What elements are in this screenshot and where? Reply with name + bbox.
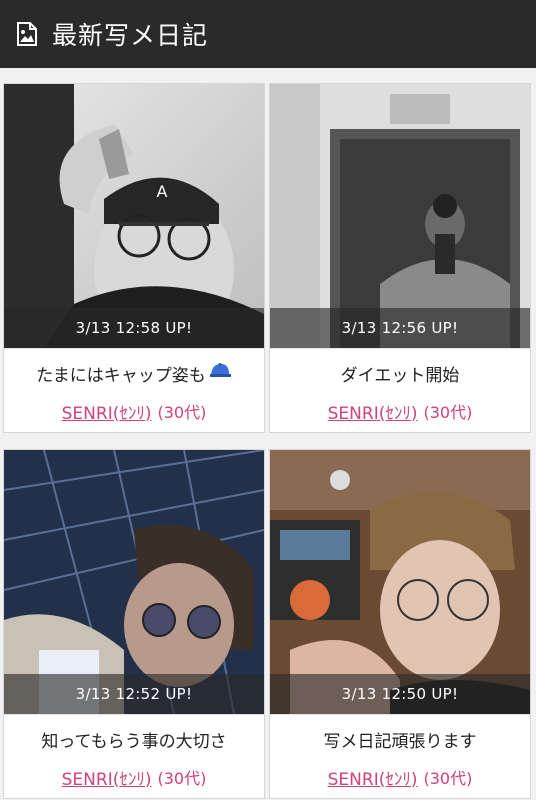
post-time: 3/13 12:52 UP! [4, 674, 264, 714]
post-time: 3/13 12:56 UP! [270, 308, 530, 348]
diary-photo[interactable]: 3/13 12:52 UP! [4, 450, 264, 714]
author-age: (30代) [423, 403, 473, 422]
author-age: (30代) [157, 403, 207, 422]
diary-photo[interactable]: 3/13 12:56 UP! [270, 84, 530, 348]
diary-photo[interactable]: A 3/13 12:58 UP! [4, 84, 264, 348]
post-title-text: 知ってもらう事の大切さ [41, 731, 227, 752]
author-age: (30代) [157, 769, 207, 788]
post-title-text: 写メ日記頑張ります [323, 731, 477, 752]
diary-card[interactable]: 3/13 12:52 UP! 知ってもらう事の大切さ SENRI(ｾﾝﾘ) (3… [3, 449, 265, 799]
image-icon [16, 22, 38, 46]
author-link[interactable]: SENRI(ｾﾝﾘ) [62, 765, 152, 790]
diary-card[interactable]: 3/13 12:56 UP! ダイエット開始 SENRI(ｾﾝﾘ) (30代) [269, 83, 531, 433]
post-title[interactable]: たまにはキャップ姿も [4, 348, 264, 397]
post-author: SENRI(ｾﾝﾘ) (30代) [270, 396, 530, 426]
section-title: 最新写メ日記 [52, 21, 209, 50]
author-link[interactable]: SENRI(ｾﾝﾘ) [328, 399, 418, 424]
post-title[interactable]: ダイエット開始 [270, 348, 530, 397]
cap-icon [208, 362, 232, 385]
diary-photo[interactable]: 3/13 12:50 UP! [270, 450, 530, 714]
post-time: 3/13 12:58 UP! [4, 308, 264, 348]
post-title-text: ダイエット開始 [340, 365, 460, 386]
post-title[interactable]: 写メ日記頑張ります [270, 714, 530, 763]
post-author: SENRI(ｾﾝﾘ) (30代) [270, 762, 530, 792]
svg-text:A: A [157, 182, 168, 201]
post-title[interactable]: 知ってもらう事の大切さ [4, 714, 264, 763]
diary-card[interactable]: 3/13 12:50 UP! 写メ日記頑張ります SENRI(ｾﾝﾘ) (30代… [269, 449, 531, 799]
author-link[interactable]: SENRI(ｾﾝﾘ) [328, 765, 418, 790]
diary-card[interactable]: A 3/13 12:58 UP! たまにはキャップ姿も SENRI(ｾﾝﾘ) (… [3, 83, 265, 433]
post-author: SENRI(ｾﾝﾘ) (30代) [4, 396, 264, 426]
post-time: 3/13 12:50 UP! [270, 674, 530, 714]
author-age: (30代) [423, 769, 473, 788]
post-title-text: たまにはキャップ姿も [36, 365, 206, 386]
author-link[interactable]: SENRI(ｾﾝﾘ) [62, 399, 152, 424]
post-author: SENRI(ｾﾝﾘ) (30代) [4, 762, 264, 792]
section-header: 最新写メ日記 [0, 0, 536, 68]
